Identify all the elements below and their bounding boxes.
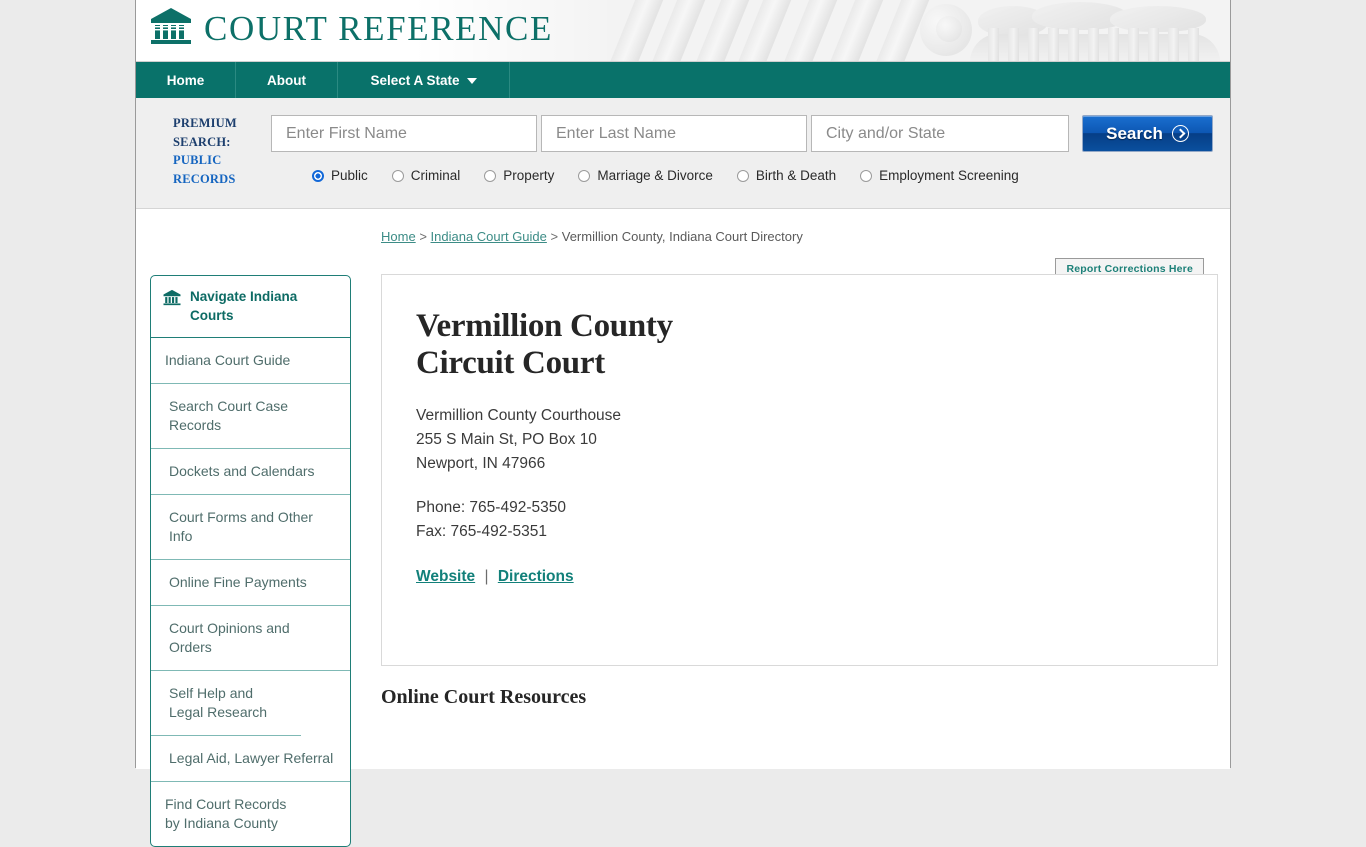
search-button-label: Search — [1106, 123, 1163, 143]
courthouse-icon — [163, 287, 181, 306]
nav-label-select-a-state: Select A State — [370, 72, 460, 88]
chevron-down-icon — [466, 78, 477, 84]
city-state-input[interactable]: City and/or State — [811, 115, 1069, 152]
sidebar-item-legal-aid-lawyer-referral[interactable]: Legal Aid, Lawyer Referral — [151, 736, 350, 782]
premium-label-line3[interactable]: PUBLIC — [173, 151, 265, 170]
premium-label-line2: SEARCH: — [173, 134, 231, 149]
court-detail-card: Vermillion County Circuit Court Vermilli… — [381, 274, 1218, 666]
radio-label-property: Property — [503, 168, 555, 183]
page-title: Vermillion County Circuit Court — [416, 308, 673, 381]
radio-indicator — [860, 169, 873, 182]
first-name-input[interactable]: Enter First Name — [271, 115, 537, 152]
radio-marriage-divorce[interactable]: Marriage & Divorce — [578, 168, 713, 183]
radio-employment-screening[interactable]: Employment Screening — [860, 168, 1019, 183]
sidebar-item-find-court-records-by-indiana-county[interactable]: Find Court Records by Indiana County — [151, 782, 311, 846]
nav-label-home: Home — [166, 72, 205, 88]
radio-indicator — [484, 169, 497, 182]
sidebar-header: Navigate Indiana Courts — [151, 276, 350, 338]
breadcrumb: Home > Indiana Court Guide > Vermillion … — [381, 229, 803, 244]
premium-label-line4[interactable]: RECORDS — [173, 170, 265, 189]
record-type-radio-group: Public Criminal Property Marriage & Divo… — [312, 168, 1019, 183]
breadcrumb-link-indiana-court-guide[interactable]: Indiana Court Guide — [431, 229, 547, 244]
radio-label-birth-death: Birth & Death — [755, 168, 837, 183]
sidebar-item-court-forms-and-other-info[interactable]: Court Forms and Other Info — [151, 495, 350, 560]
link-separator: | — [484, 568, 489, 585]
sidebar-item-self-help-and-legal-research[interactable]: Self Help and Legal Research — [151, 671, 301, 736]
online-court-resources-heading: Online Court Resources — [381, 686, 587, 708]
brand-title: COURT REFERENCE — [204, 8, 553, 48]
premium-label-line1: PREMIUM — [173, 116, 237, 130]
court-phone: Phone: 765-492-5350 — [416, 499, 566, 516]
radio-birth-death[interactable]: Birth & Death — [736, 168, 837, 183]
court-contact-block: Phone: 765-492-5350 Fax: 765-492-5351 — [416, 496, 1183, 544]
radio-indicator — [578, 169, 591, 182]
sidebar-item-indiana-court-guide[interactable]: Indiana Court Guide — [151, 338, 350, 384]
sidebar-item-court-opinions-and-orders[interactable]: Court Opinions and Orders — [151, 606, 350, 671]
premium-search-bar: PREMIUM SEARCH: PUBLIC RECORDS Enter Fir… — [136, 98, 1230, 209]
nav-label-about: About — [267, 72, 306, 88]
court-building-name: Vermillion County Courthouse — [416, 407, 622, 424]
directions-link[interactable]: Directions — [498, 568, 574, 585]
nav-empty-space — [510, 62, 1230, 98]
court-fax: Fax: 765-492-5351 — [416, 523, 547, 540]
radio-public[interactable]: Public — [312, 168, 368, 183]
radio-indicator — [312, 169, 324, 182]
breadcrumb-separator: > — [419, 229, 427, 244]
radio-label-public: Public — [331, 168, 368, 183]
sidebar-heading: Navigate Indiana Courts — [190, 289, 298, 323]
court-links-block: Website | Directions — [416, 568, 1183, 586]
premium-search-label: PREMIUM SEARCH: PUBLIC RECORDS — [173, 114, 265, 188]
website-link[interactable]: Website — [416, 568, 475, 585]
radio-label-criminal: Criminal — [410, 168, 461, 183]
court-address-block: Vermillion County Courthouse 255 S Main … — [416, 404, 1183, 476]
courthouse-icon — [150, 6, 192, 51]
nav-item-about[interactable]: About — [236, 62, 338, 98]
nav-item-home[interactable]: Home — [136, 62, 236, 98]
chevron-right-circle-icon — [1171, 125, 1189, 142]
sidebar-item-dockets-and-calendars[interactable]: Dockets and Calendars — [151, 449, 350, 495]
sidebar-navigate-indiana-courts: Navigate Indiana Courts Indiana Court Gu… — [150, 275, 351, 847]
radio-label-employment-screening: Employment Screening — [879, 168, 1019, 183]
sidebar-item-online-fine-payments[interactable]: Online Fine Payments — [151, 560, 350, 606]
court-city-state-zip: Newport, IN 47966 — [416, 455, 546, 472]
search-button[interactable]: Search — [1082, 115, 1213, 152]
radio-label-marriage-divorce: Marriage & Divorce — [597, 168, 713, 183]
breadcrumb-link-home[interactable]: Home — [381, 229, 416, 244]
last-name-input[interactable]: Enter Last Name — [541, 115, 807, 152]
breadcrumb-current: Vermillion County, Indiana Court Directo… — [561, 229, 803, 244]
nav-item-select-a-state[interactable]: Select A State — [338, 62, 510, 98]
radio-indicator — [391, 169, 404, 182]
radio-property[interactable]: Property — [484, 168, 554, 183]
sidebar-item-search-court-case-records[interactable]: Search Court Case Records — [151, 384, 350, 449]
page-content: Navigate Indiana Courts Indiana Court Gu… — [136, 209, 1230, 847]
radio-criminal[interactable]: Criminal — [391, 168, 461, 183]
main-navigation: Home About Select A State — [136, 62, 1230, 98]
page-container: COURT REFERENCE Home About Select A Stat… — [135, 0, 1231, 847]
radio-indicator — [736, 169, 749, 182]
site-masthead: COURT REFERENCE — [136, 0, 1230, 62]
masthead-architecture-image — [590, 0, 1230, 61]
site-logo[interactable]: COURT REFERENCE — [150, 6, 553, 51]
court-street-address: 255 S Main St, PO Box 10 — [416, 431, 597, 448]
breadcrumb-separator: > — [550, 229, 559, 244]
